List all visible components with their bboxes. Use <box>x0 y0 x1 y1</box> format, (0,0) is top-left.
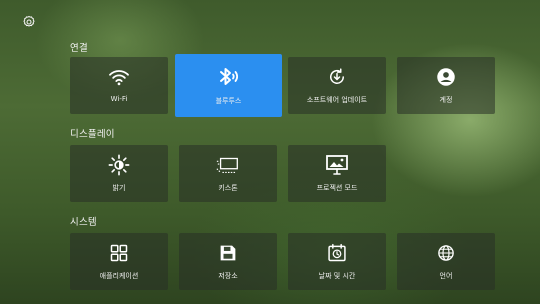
tile-label: 저장소 <box>218 272 238 280</box>
bluetooth-audio-icon <box>216 67 242 87</box>
save-icon <box>215 243 241 263</box>
tile-applications[interactable]: 애플리케이션 <box>70 233 168 290</box>
tile-label: 날짜 및 시간 <box>318 272 356 280</box>
globe-icon <box>433 243 459 263</box>
tile-label: 애플리케이션 <box>99 272 139 280</box>
section-title-system: 시스템 <box>70 217 97 228</box>
system-update-icon <box>324 67 350 87</box>
tile-keystone[interactable]: 키스톤 <box>179 145 277 202</box>
account-icon <box>433 67 459 87</box>
section-title-connection: 연결 <box>70 43 88 54</box>
tile-label: 언어 <box>439 272 453 280</box>
tile-storage[interactable]: 저장소 <box>179 233 277 290</box>
tile-projection-mode[interactable]: 프로젝션 모드 <box>288 145 386 202</box>
section-title-display: 디스플레이 <box>70 129 115 140</box>
tile-label: Wi-Fi <box>110 95 128 103</box>
projection-mode-icon <box>324 155 350 175</box>
tile-brightness[interactable]: 밝기 <box>70 145 168 202</box>
tile-label: 블루투스 <box>215 97 242 105</box>
tile-wifi[interactable]: Wi-Fi <box>70 57 168 114</box>
apps-grid-icon <box>106 243 132 263</box>
tile-label: 밝기 <box>112 184 126 192</box>
tile-label: 프로젝션 모드 <box>316 184 358 192</box>
tile-date-time[interactable]: 날짜 및 시간 <box>288 233 386 290</box>
settings-gear-icon[interactable] <box>22 14 36 28</box>
keystone-icon <box>215 155 241 175</box>
brightness-icon <box>106 154 132 176</box>
settings-screen: 연결 Wi-Fi 블루투스 소프트웨어 업데이트 계정 디스플레이 밝기 키스톤… <box>0 0 540 304</box>
tile-bluetooth[interactable]: 블루투스 <box>175 54 282 117</box>
tile-software-update[interactable]: 소프트웨어 업데이트 <box>288 57 386 114</box>
tile-label: 키스톤 <box>218 184 238 192</box>
tile-label: 소프트웨어 업데이트 <box>306 96 368 104</box>
wifi-icon <box>106 67 132 87</box>
tile-label: 계정 <box>439 96 453 104</box>
date-time-icon <box>324 243 350 263</box>
tile-account[interactable]: 계정 <box>397 57 495 114</box>
tile-language[interactable]: 언어 <box>397 233 495 290</box>
